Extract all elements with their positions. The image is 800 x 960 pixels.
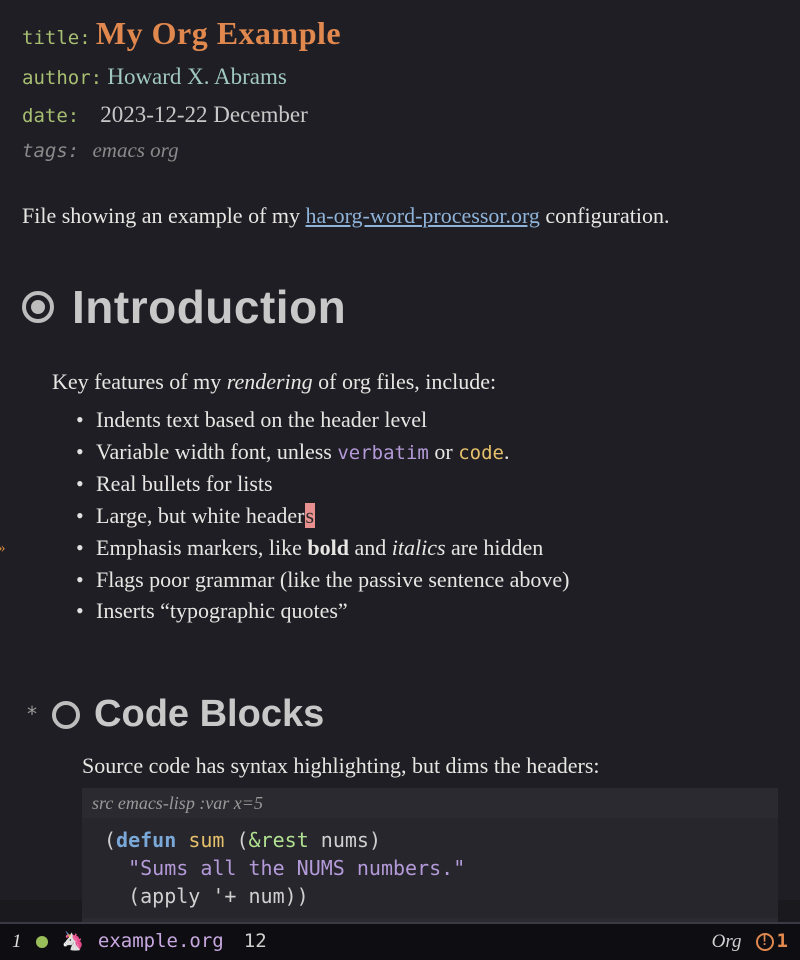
feature-list: Indents text based on the header level V… [76, 404, 778, 627]
line-number: 12 [244, 928, 267, 956]
source-block-header: src emacs-lisp :var x=5 [82, 788, 778, 818]
fringe-indicator-icon: » [0, 538, 6, 560]
heading-introduction[interactable]: Introduction [22, 274, 778, 341]
document-date: 2023-12-22 December [100, 102, 308, 127]
heading-text: Introduction [72, 274, 346, 341]
heading-code-blocks[interactable]: * Code Blocks [26, 687, 778, 742]
editor-buffer[interactable]: title: My Org Example author: Howard X. … [0, 0, 800, 900]
list-item: Indents text based on the header level [76, 404, 778, 436]
list-item: » Emphasis markers, like bold and italic… [76, 532, 778, 564]
document-title: My Org Example [96, 15, 341, 51]
keyword-defun: defun [116, 828, 176, 852]
document-author: Howard X. Abrams [107, 64, 287, 89]
intro-paragraph: File showing an example of my ha-org-wor… [22, 200, 778, 232]
meta-date-line: date: 2023-12-22 December [22, 98, 778, 131]
meta-key-date: date: [22, 105, 79, 127]
mode-line[interactable]: 1 🦄 example.org 12 Org !1 [0, 922, 800, 960]
buffer-filename[interactable]: example.org [98, 928, 224, 956]
major-mode-name[interactable]: Org [712, 928, 742, 956]
meta-author-line: author: Howard X. Abrams [22, 60, 778, 93]
warning-icon: ! [756, 933, 774, 951]
meta-tags-line: tags: emacs org [22, 135, 778, 166]
list-item: Large, but white headers [76, 500, 778, 532]
meta-key-tags: tags: [22, 140, 79, 162]
features-intro: Key features of my rendering of org file… [52, 366, 778, 398]
window-number: 1 [12, 928, 22, 956]
heading-bullet-icon [22, 291, 54, 323]
major-mode-icon: 🦄 [62, 929, 84, 955]
function-name: sum [188, 828, 224, 852]
list-item: Flags poor grammar (like the passive sen… [76, 564, 778, 596]
heading-star-icon: * [26, 700, 38, 729]
docstring: "Sums all the NUMS numbers." [128, 856, 465, 880]
code-section-body: Source code has syntax highlighting, but… [82, 750, 778, 948]
source-block-body: (defun sum (&rest nums) "Sums all the NU… [82, 818, 778, 918]
list-item: Inserts “typographic quotes” [76, 595, 778, 627]
meta-key-author: author: [22, 67, 102, 89]
heading-text: Code Blocks [94, 687, 324, 742]
list-item: Variable width font, unless verbatim or … [76, 436, 778, 468]
text-cursor: s [305, 503, 316, 528]
intro-body: Key features of my rendering of org file… [52, 366, 778, 627]
code-text: code [458, 442, 504, 464]
flycheck-indicator[interactable]: !1 [756, 928, 788, 956]
document-tags: emacs org [92, 138, 178, 162]
meta-key-title: title: [22, 27, 91, 49]
verbatim-text: verbatim [337, 442, 429, 464]
list-item: Real bullets for lists [76, 468, 778, 500]
buffer-state-icon [36, 936, 48, 948]
meta-title-line: title: My Org Example [22, 10, 778, 56]
code-intro-paragraph: Source code has syntax highlighting, but… [82, 750, 778, 782]
heading-bullet-icon [52, 701, 80, 729]
config-link[interactable]: ha-org-word-processor.org [306, 203, 540, 228]
